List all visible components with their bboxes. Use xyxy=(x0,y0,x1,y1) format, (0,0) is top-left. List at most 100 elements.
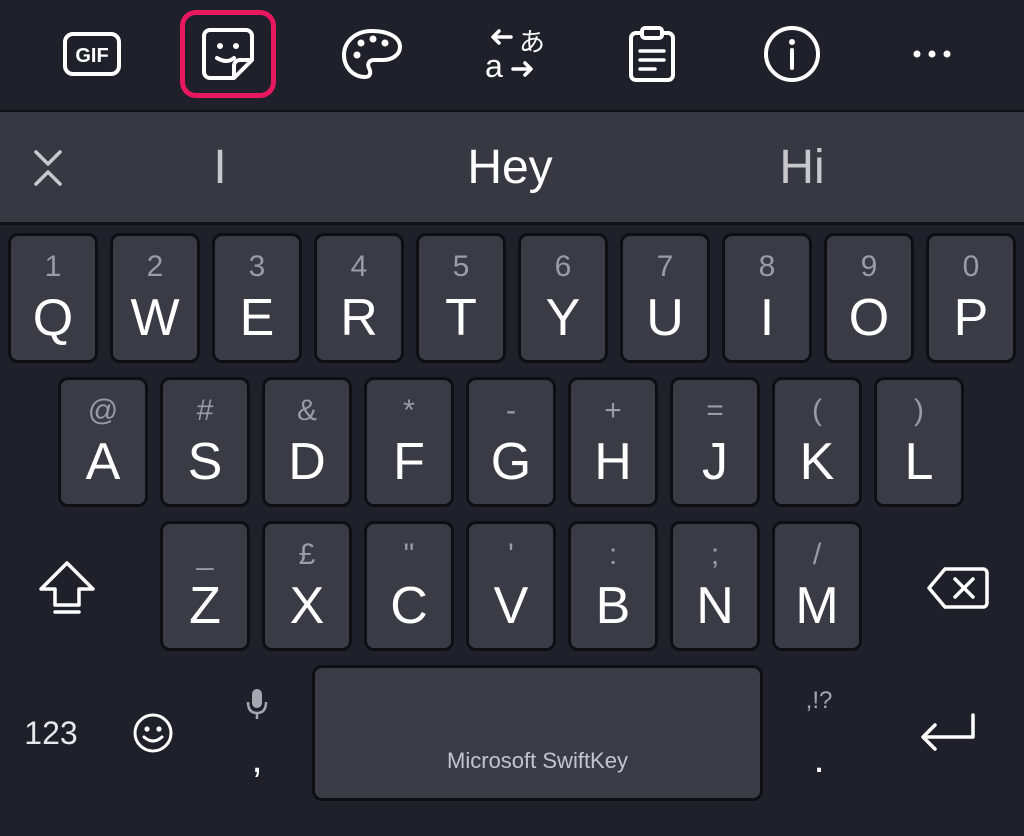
numbers-key[interactable]: 123 xyxy=(10,705,92,761)
key-label: C xyxy=(390,577,428,635)
sticker-icon xyxy=(202,28,254,80)
collapse-icon xyxy=(34,150,62,186)
key-label: Q xyxy=(32,289,74,347)
key[interactable]: * F xyxy=(364,377,454,507)
key[interactable]: (K xyxy=(772,377,862,507)
key-hint: * xyxy=(403,394,415,427)
key[interactable]: / M xyxy=(772,521,862,651)
info-button[interactable] xyxy=(744,10,840,98)
key[interactable]: = J xyxy=(670,377,760,507)
key-hint: 6 xyxy=(554,250,572,283)
key-hint: ( xyxy=(812,394,822,427)
key-label: O xyxy=(848,289,890,347)
key-hint: 0 xyxy=(962,250,980,283)
key-label: G xyxy=(490,433,532,491)
translate-icon: あ a xyxy=(485,28,543,83)
translator-button[interactable]: あ a xyxy=(464,10,560,98)
key-hint: ) xyxy=(914,394,924,427)
key[interactable]: ; N xyxy=(670,521,760,651)
key-label: Z xyxy=(189,577,221,635)
enter-key[interactable] xyxy=(906,701,990,765)
key-label: Y xyxy=(545,289,581,347)
key-hint: : xyxy=(608,538,618,571)
key-hint: " xyxy=(403,538,415,571)
comma-key[interactable]: , xyxy=(216,675,298,795)
key[interactable]: ) L xyxy=(874,377,964,507)
key[interactable]: 8I xyxy=(722,233,812,363)
key-label: L xyxy=(904,433,934,491)
key-label: M xyxy=(795,577,839,635)
key[interactable]: & D xyxy=(262,377,352,507)
key-label: D xyxy=(288,433,326,491)
backspace-icon xyxy=(927,567,989,609)
key-hint: @ xyxy=(87,394,119,427)
key-label: V xyxy=(493,577,529,635)
key-hint: 8 xyxy=(758,250,776,283)
key-label: K xyxy=(799,433,835,491)
key[interactable]: 1Q xyxy=(8,233,98,363)
backspace-key[interactable] xyxy=(918,555,998,621)
key-hint: + xyxy=(604,394,622,427)
suggestion-center[interactable]: Hey xyxy=(400,112,620,222)
key-hint: 2 xyxy=(146,250,164,283)
key-label: X xyxy=(289,577,325,635)
space-key[interactable]: Microsoft SwiftKey xyxy=(312,665,763,801)
suggestion-bar: I Hey Hi xyxy=(0,112,1024,225)
key-label: U xyxy=(646,289,684,347)
microphone-icon xyxy=(246,689,268,719)
more-icon xyxy=(913,50,951,58)
emoji-icon xyxy=(133,713,173,753)
key[interactable]: 2W xyxy=(110,233,200,363)
key[interactable]: 3E xyxy=(212,233,302,363)
key-hint: # xyxy=(196,394,214,427)
key-hint: 9 xyxy=(860,250,878,283)
period-key-hint: ,!? xyxy=(805,687,833,714)
key[interactable]: 4R xyxy=(314,233,404,363)
key-hint: ' xyxy=(508,538,514,571)
collapse-toolbar-button[interactable] xyxy=(22,142,74,194)
shift-icon xyxy=(39,561,95,614)
more-button[interactable] xyxy=(884,10,980,98)
key[interactable]: 6Y xyxy=(518,233,608,363)
key[interactable]: + H xyxy=(568,377,658,507)
key[interactable]: 0P xyxy=(926,233,1016,363)
key[interactable]: _ Z xyxy=(160,521,250,651)
key-hint: 3 xyxy=(248,250,266,283)
key[interactable]: :B xyxy=(568,521,658,651)
key-label: W xyxy=(130,289,180,347)
key[interactable]: " C xyxy=(364,521,454,651)
key-label: F xyxy=(393,433,425,491)
clipboard-button[interactable] xyxy=(604,10,700,98)
suggestion-right[interactable]: Hi xyxy=(692,112,912,222)
key-label: B xyxy=(595,577,631,635)
svg-text:GIF: GIF xyxy=(75,45,108,67)
suggestion-left[interactable]: I xyxy=(110,112,330,222)
key[interactable]: -G xyxy=(466,377,556,507)
svg-text:あ: あ xyxy=(519,28,543,58)
key-hint: 1 xyxy=(44,250,62,283)
key[interactable]: 5T xyxy=(416,233,506,363)
toolbar: GIF あ a xyxy=(0,0,1024,112)
key[interactable]: # S xyxy=(160,377,250,507)
keyboard: 1Q 2W 3E 4R 5T 6Y 7U 8I 9O 0P @ A # S & D *… xyxy=(0,225,1024,836)
key[interactable]: 7U xyxy=(620,233,710,363)
key[interactable]: £ X xyxy=(262,521,352,651)
shift-key[interactable] xyxy=(22,547,112,627)
key[interactable]: ' V xyxy=(466,521,556,651)
svg-text:a: a xyxy=(485,48,503,83)
themes-button[interactable] xyxy=(324,10,420,98)
key-hint: & xyxy=(296,394,317,427)
key[interactable]: 9O xyxy=(824,233,914,363)
key-label: N xyxy=(696,577,734,635)
stickers-button[interactable] xyxy=(180,10,276,98)
key-hint: _ xyxy=(196,538,214,571)
key-hint: 5 xyxy=(452,250,470,283)
emoji-key[interactable] xyxy=(122,703,184,763)
period-key[interactable]: ,!? . xyxy=(778,675,860,795)
key-label: A xyxy=(85,433,121,491)
key-label: T xyxy=(445,289,477,347)
key[interactable]: @ A xyxy=(58,377,148,507)
key-hint: 7 xyxy=(656,250,674,283)
key-hint: 4 xyxy=(350,250,368,283)
gif-button[interactable]: GIF xyxy=(44,10,140,98)
